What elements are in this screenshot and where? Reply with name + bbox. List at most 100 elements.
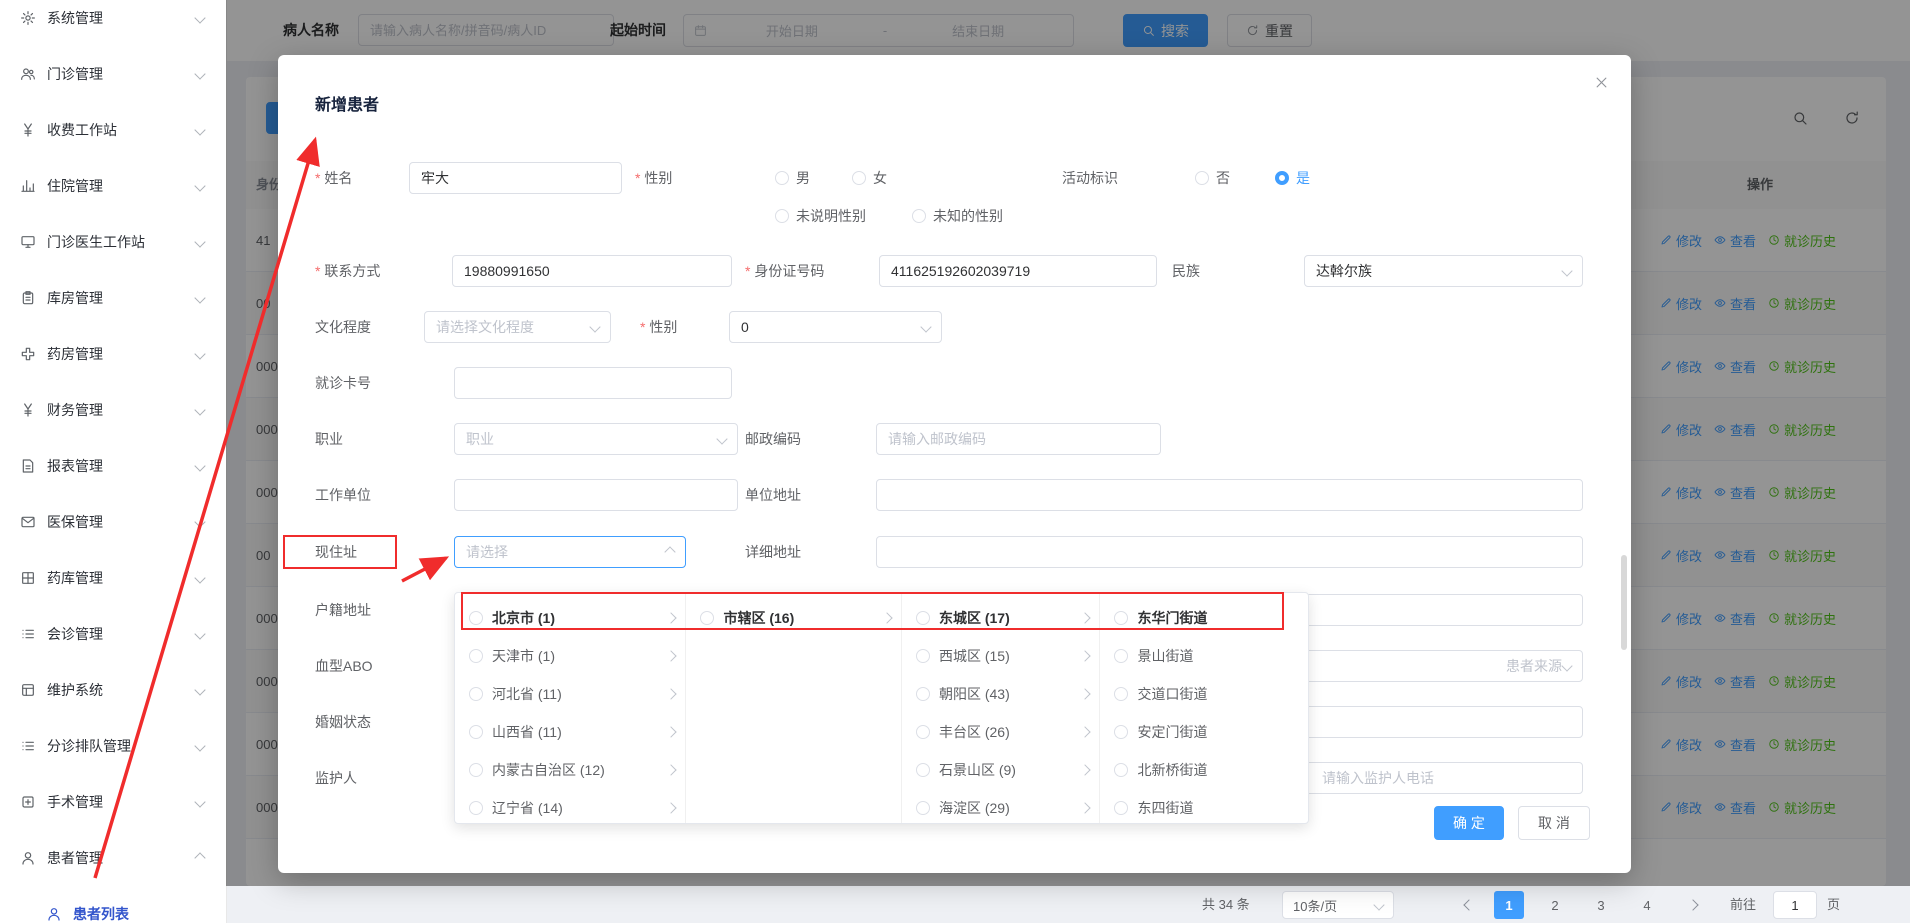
- sidebar: 系统管理 门诊管理 收费工作站 住院管理 门诊医生工作站 库房管理 药房管理 财…: [0, 0, 227, 923]
- contact-input[interactable]: [452, 255, 732, 287]
- cascader-option-province[interactable]: 山西省 (11): [455, 713, 685, 751]
- cascader-option-province[interactable]: 内蒙古自治区 (12): [455, 751, 685, 789]
- radio-active-no[interactable]: 否: [1195, 162, 1230, 194]
- cascader-option-district[interactable]: 西城区 (15): [902, 637, 1100, 675]
- education-select[interactable]: 请选择文化程度: [424, 311, 611, 343]
- chevron-down-icon: [194, 348, 205, 359]
- sidebar-subitem-patient-list[interactable]: 患者列表: [0, 886, 226, 923]
- ethnicity-label: 民族: [1172, 255, 1200, 287]
- cascader-option-street[interactable]: 安定门街道: [1100, 713, 1308, 751]
- unit-address-label: 单位地址: [745, 479, 801, 511]
- cascader-option-street[interactable]: 景山街道: [1100, 637, 1308, 675]
- sidebar-item-outpatient-doctor[interactable]: 门诊医生工作站: [0, 214, 226, 270]
- radio-icon: [469, 763, 483, 777]
- radio-active-yes[interactable]: 是: [1275, 162, 1310, 194]
- cascader-option-district[interactable]: 石景山区 (9): [902, 751, 1100, 789]
- cascader-option-district[interactable]: 丰台区 (26): [902, 713, 1100, 751]
- radio-icon: [1114, 611, 1128, 625]
- chevron-right-icon: [1080, 726, 1091, 737]
- cascader-option-district[interactable]: 海淀区 (29): [902, 789, 1100, 823]
- cascader-option-district[interactable]: 东城区 (17): [902, 599, 1100, 637]
- sidebar-item-finance[interactable]: 财务管理: [0, 382, 226, 438]
- chevron-right-icon: [1687, 899, 1698, 910]
- goto-page-input[interactable]: [1773, 891, 1817, 919]
- radio-female[interactable]: 女: [852, 162, 887, 194]
- radio-icon: [912, 209, 926, 223]
- chevron-down-icon: [194, 460, 205, 471]
- chevron-down-icon: [920, 321, 931, 332]
- next-page-button[interactable]: [1678, 891, 1708, 919]
- prev-page-button[interactable]: [1454, 891, 1484, 919]
- marital-status-label: 婚姻状态: [315, 706, 371, 738]
- cascader-city-column: 市辖区 (16): [686, 593, 902, 823]
- sidebar-item-outpatient[interactable]: 门诊管理: [0, 46, 226, 102]
- chevron-right-icon: [666, 688, 677, 699]
- modal-scrollbar[interactable]: [1621, 555, 1627, 650]
- radio-icon: [775, 209, 789, 223]
- postcode-label: 邮政编码: [745, 423, 801, 455]
- page-button-2[interactable]: 2: [1540, 891, 1570, 919]
- sidebar-item-charging-station[interactable]: 收费工作站: [0, 102, 226, 158]
- postcode-input[interactable]: [876, 423, 1161, 455]
- unit-address-input[interactable]: [876, 479, 1583, 511]
- confirm-button[interactable]: 确 定: [1434, 806, 1504, 840]
- visit-card-input[interactable]: [454, 367, 732, 399]
- occupation-label: 职业: [315, 423, 343, 455]
- cascader-option-street[interactable]: 东四街道: [1100, 789, 1308, 823]
- idcard-input[interactable]: [879, 255, 1157, 287]
- chevron-right-icon: [666, 802, 677, 813]
- cascader-option-province[interactable]: 河北省 (11): [455, 675, 685, 713]
- sidebar-item-patients[interactable]: 患者管理: [0, 830, 226, 886]
- close-icon[interactable]: [1594, 75, 1609, 93]
- sidebar-item-consultation[interactable]: 会诊管理: [0, 606, 226, 662]
- radio-gender-unknown[interactable]: 未知的性别: [912, 200, 1003, 232]
- sidebar-item-pharmacy[interactable]: 药房管理: [0, 326, 226, 382]
- radio-gender-unspecified[interactable]: 未说明性别: [775, 200, 866, 232]
- ethnicity-select[interactable]: 达斡尔族: [1304, 255, 1583, 287]
- detail-address-input[interactable]: [876, 536, 1583, 568]
- cascader-option-city[interactable]: 市辖区 (16): [686, 599, 901, 637]
- grid-icon: [20, 570, 36, 586]
- work-unit-input[interactable]: [454, 479, 738, 511]
- sidebar-item-inpatient[interactable]: 住院管理: [0, 158, 226, 214]
- page-size-select[interactable]: 10条/页: [1282, 891, 1394, 919]
- cascader-option-street[interactable]: 东华门街道: [1100, 599, 1308, 637]
- radio-icon: [1114, 649, 1128, 663]
- chevron-up-icon: [194, 852, 205, 863]
- chevron-right-icon: [881, 612, 892, 623]
- cascader-option-street[interactable]: 北新桥街道: [1100, 751, 1308, 789]
- page-button-1[interactable]: 1: [1494, 891, 1524, 919]
- chevron-down-icon: [1561, 265, 1572, 276]
- sidebar-item-drug-storage[interactable]: 药库管理: [0, 550, 226, 606]
- sidebar-item-system[interactable]: 系统管理: [0, 0, 226, 46]
- chevron-down-icon: [194, 740, 205, 751]
- sidebar-item-maintenance[interactable]: 维护系统: [0, 662, 226, 718]
- active-flag-label: 活动标识: [1062, 162, 1118, 194]
- cascader-option-province[interactable]: 北京市 (1): [455, 599, 685, 637]
- page-button-4[interactable]: 4: [1632, 891, 1662, 919]
- sidebar-item-warehouse[interactable]: 库房管理: [0, 270, 226, 326]
- sidebar-item-insurance[interactable]: 医保管理: [0, 494, 226, 550]
- name-input[interactable]: [409, 162, 622, 194]
- cancel-button[interactable]: 取 消: [1518, 806, 1590, 840]
- cascader-option-province[interactable]: 天津市 (1): [455, 637, 685, 675]
- chevron-down-icon: [194, 68, 205, 79]
- gender2-select[interactable]: 0: [729, 311, 942, 343]
- occupation-select[interactable]: 职业: [454, 423, 738, 455]
- education-label: 文化程度: [315, 311, 371, 343]
- visit-card-label: 就诊卡号: [315, 367, 371, 399]
- radio-male[interactable]: 男: [775, 162, 810, 194]
- sidebar-item-surgery[interactable]: 手术管理: [0, 774, 226, 830]
- cascader-option-district[interactable]: 朝阳区 (43): [902, 675, 1100, 713]
- page-button-3[interactable]: 3: [1586, 891, 1616, 919]
- cascader-option-province[interactable]: 辽宁省 (14): [455, 789, 685, 823]
- sidebar-menu: 系统管理 门诊管理 收费工作站 住院管理 门诊医生工作站 库房管理 药房管理 财…: [0, 0, 226, 923]
- cascader-district-column: 东城区 (17) 西城区 (15) 朝阳区 (43) 丰台区 (26) 石景山区…: [902, 593, 1101, 823]
- yen-icon: [20, 122, 36, 138]
- sidebar-item-reports[interactable]: 报表管理: [0, 438, 226, 494]
- cascader-option-street[interactable]: 交道口街道: [1100, 675, 1308, 713]
- sidebar-item-triage-queue[interactable]: 分诊排队管理: [0, 718, 226, 774]
- current-address-select[interactable]: 请选择: [454, 536, 686, 568]
- chevron-right-icon: [666, 726, 677, 737]
- chevron-down-icon: [194, 12, 205, 23]
